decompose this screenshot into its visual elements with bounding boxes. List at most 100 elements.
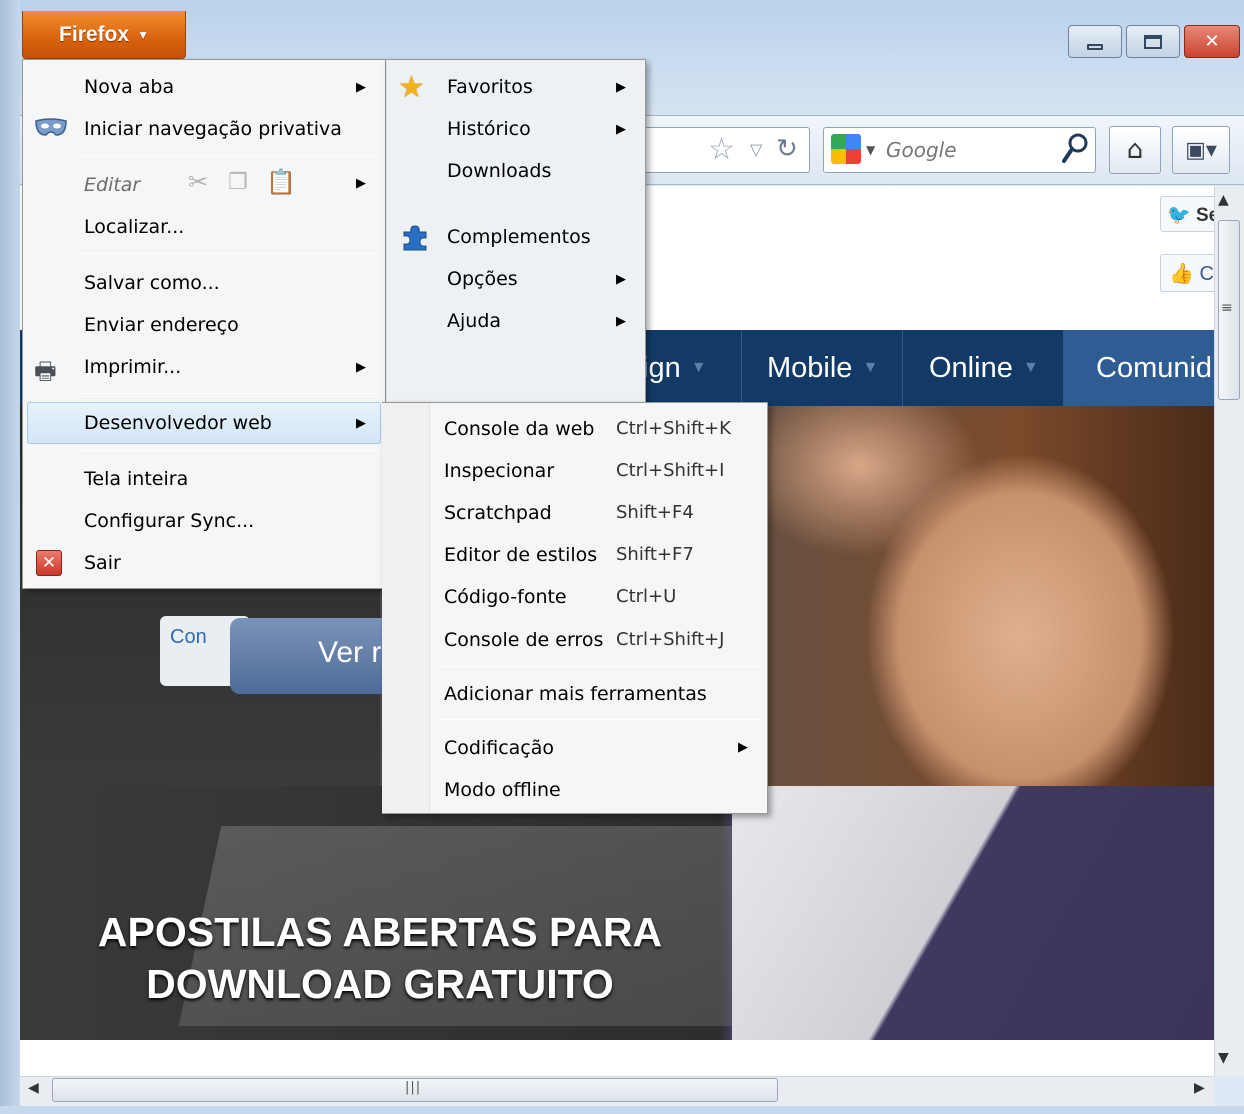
shortcut-label: Shift+F7 — [616, 544, 694, 565]
printer-icon: 🖶 — [34, 357, 57, 385]
chevron-down-icon: ▼ — [862, 359, 879, 376]
chevron-down-icon: ▼ — [137, 27, 149, 42]
facebook-like-button[interactable]: 👍 C — [1160, 254, 1214, 292]
scroll-grip-icon: ≡ — [1221, 300, 1233, 316]
menu-item-print[interactable]: Imprimir... — [84, 356, 181, 378]
thumbs-up-icon: 👍 — [1169, 263, 1194, 285]
maximize-button[interactable] — [1126, 25, 1180, 58]
banner-title-line: APOSTILAS ABERTAS PARA — [97, 909, 663, 955]
close-icon: ✕ — [1204, 31, 1220, 52]
bookmarks-star-icon: ▣▾ — [1185, 137, 1217, 163]
menu-item-character-encoding[interactable]: Codificação — [444, 737, 554, 759]
browser-window: Firefox ▼ ✕ ☆ ▽ ↻ ▼ ⌂ ▣▾ 🐦 Se 👍 C — [0, 0, 1244, 1114]
home-icon: ⌂ — [1126, 135, 1144, 165]
shortcut-label: Ctrl+Shift+K — [616, 418, 731, 439]
submenu-arrow-icon: ▶ — [738, 740, 748, 755]
site-nav-design[interactable]: ign ▼ — [630, 330, 742, 406]
menu-item-find[interactable]: Localizar... — [84, 216, 184, 238]
paste-icon: 📋 — [266, 168, 296, 196]
shortcut-label: Ctrl+Shift+J — [616, 629, 725, 650]
puzzle-piece-icon — [403, 225, 427, 251]
menu-separator — [440, 666, 762, 667]
bookmarks-button[interactable]: ▣▾ — [1172, 126, 1230, 174]
menu-item-work-offline[interactable]: Modo offline — [444, 779, 561, 801]
menu-item-inspect[interactable]: Inspecionar — [444, 460, 554, 482]
menu-item-add-ons[interactable]: Complementos — [447, 226, 591, 248]
close-button[interactable]: ✕ — [1184, 25, 1240, 58]
menu-item-bookmarks[interactable]: Favoritos — [447, 76, 533, 98]
twitter-share-button[interactable]: 🐦 Se — [1160, 196, 1214, 232]
search-input[interactable] — [886, 135, 1056, 165]
banner-notebook-image — [732, 786, 1214, 1040]
menu-item-full-screen[interactable]: Tela inteira — [84, 468, 188, 490]
maximize-icon — [1144, 34, 1162, 49]
submenu-arrow-icon: ▶ — [616, 122, 626, 137]
menu-item-get-more-tools[interactable]: Adicionar mais ferramentas — [444, 683, 707, 705]
menu-item-history[interactable]: Histórico — [447, 118, 531, 140]
banner-title: APOSTILAS ABERTAS PARA DOWNLOAD GRATUITO — [80, 906, 680, 1010]
menu-item-downloads[interactable]: Downloads — [447, 160, 551, 182]
window-bottom-border — [0, 1106, 1244, 1114]
banner-title-line: DOWNLOAD GRATUITO — [146, 961, 614, 1007]
site-nav-label: Comunid — [1096, 351, 1213, 384]
bookmarks-star-icon: ★ — [398, 70, 425, 105]
menu-separator — [80, 155, 380, 156]
menu-item-web-developer[interactable]: Desenvolvedor web — [84, 412, 272, 434]
search-icon[interactable] — [1060, 132, 1090, 166]
minimize-button[interactable] — [1068, 25, 1122, 58]
submenu-arrow-icon: ▶ — [356, 176, 366, 191]
window-left-border — [0, 0, 20, 1114]
site-nav-online[interactable]: Online ▼ — [902, 330, 1064, 406]
submenu-icon-gutter — [382, 403, 430, 813]
private-mask-icon — [35, 118, 67, 136]
menu-item-options[interactable]: Opções — [447, 268, 518, 290]
menu-item-new-tab[interactable]: Nova aba — [84, 76, 174, 98]
shortcut-label: Shift+F4 — [616, 502, 694, 523]
scroll-right-icon[interactable]: ▶ — [1194, 1080, 1205, 1096]
menu-item-scratchpad[interactable]: Scratchpad — [444, 502, 552, 524]
menu-separator — [80, 393, 380, 394]
submenu-arrow-icon: ▶ — [356, 360, 366, 375]
search-engine-icon[interactable] — [831, 134, 861, 164]
reload-icon[interactable]: ↻ — [776, 134, 798, 164]
menu-item-quit[interactable]: Sair — [84, 552, 121, 574]
menu-item-error-console[interactable]: Console de erros — [444, 629, 603, 651]
scroll-grip-icon: ||| — [405, 1080, 422, 1095]
firefox-menu-button[interactable]: Firefox ▼ — [22, 11, 186, 59]
home-button[interactable]: ⌂ — [1109, 126, 1161, 174]
promo-banner[interactable]: APOSTILAS ABERTAS PARA DOWNLOAD GRATUITO — [20, 786, 1214, 1040]
menu-item-page-source[interactable]: Código-fonte — [444, 586, 567, 608]
menu-separator — [440, 719, 762, 720]
menu-item-help[interactable]: Ajuda — [447, 310, 501, 332]
menu-separator — [80, 450, 380, 451]
url-history-dropdown-icon[interactable]: ▽ — [750, 140, 762, 159]
twitter-share-label: Se — [1195, 205, 1214, 226]
submenu-arrow-icon: ▶ — [356, 80, 366, 95]
scroll-left-icon[interactable]: ◀ — [28, 1080, 39, 1096]
cut-icon: ✂ — [188, 168, 209, 196]
menu-item-send-link[interactable]: Enviar endereço — [84, 314, 239, 336]
bookmark-star-icon[interactable]: ☆ — [708, 132, 735, 167]
site-nav-label: Mobile — [767, 351, 853, 384]
menu-item-save-as[interactable]: Salvar como... — [84, 272, 220, 294]
site-nav-comunidade[interactable]: Comunid — [1063, 330, 1214, 406]
scroll-up-icon[interactable]: ▲ — [1218, 192, 1229, 208]
menu-item-set-up-sync[interactable]: Configurar Sync... — [84, 510, 254, 532]
submenu-arrow-icon: ▶ — [616, 80, 626, 95]
menu-item-private-browsing[interactable]: Iniciar navegação privativa — [84, 118, 342, 140]
site-nav-mobile[interactable]: Mobile ▼ — [741, 330, 903, 406]
facebook-like-label: C — [1199, 263, 1214, 285]
menu-item-web-console[interactable]: Console da web — [444, 418, 595, 440]
menu-item-style-editor[interactable]: Editor de estilos — [444, 544, 597, 566]
menu-item-edit: Editar — [84, 174, 141, 196]
copy-icon: ❐ — [228, 170, 248, 195]
shortcut-label: Ctrl+Shift+I — [616, 460, 725, 481]
chevron-down-icon: ▼ — [690, 359, 707, 376]
scroll-down-icon[interactable]: ▼ — [1218, 1050, 1229, 1066]
site-nav-label: Online — [929, 351, 1013, 384]
submenu-arrow-icon: ▶ — [616, 314, 626, 329]
search-engine-dropdown-icon[interactable]: ▼ — [866, 143, 875, 157]
exit-icon: ✕ — [36, 550, 62, 576]
submenu-arrow-icon: ▶ — [616, 272, 626, 287]
chevron-down-icon: ▼ — [1022, 359, 1039, 376]
